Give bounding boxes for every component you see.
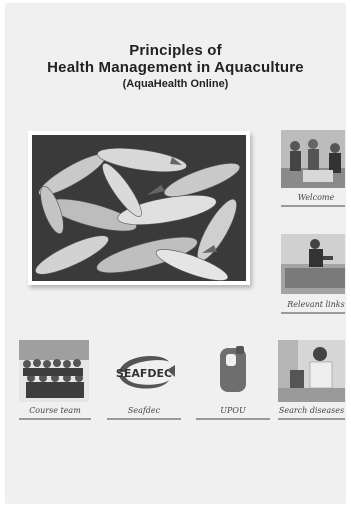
course-team-label: Course team [29,406,81,415]
search-diseases-link[interactable]: Search diseases [278,340,345,420]
page: Principles of Health Management in Aquac… [6,4,345,503]
course-team-link[interactable]: Course team [19,340,91,420]
welcome-link[interactable]: Welcome [281,130,345,208]
hero-fish-photo [28,131,250,285]
seafdec-logo-text: SEAFDEC [116,367,172,380]
relevant-links-label: Relevant links [287,300,345,309]
welcome-label: Welcome [297,193,335,202]
relevant-links-underline [281,312,345,314]
welcome-photo [281,130,345,188]
relevant-links-photo [281,234,345,294]
seafdec-underline [107,418,181,420]
title-line-1: Principles of [129,42,222,59]
fish-pile-image [32,135,246,281]
seafdec-label: Seafdec [127,406,161,415]
title-subtitle: (AquaHealth Online) [122,78,229,90]
course-team-underline [19,418,91,420]
page-title: Principles of Health Management in Aquac… [6,42,345,91]
welcome-underline [281,205,345,207]
upou-underline [196,418,270,420]
search-diseases-underline [278,418,345,420]
upou-label: UPOU [220,406,246,415]
search-diseases-photo [278,340,345,402]
relevant-links-link[interactable]: Relevant links [281,234,345,314]
upou-link[interactable]: UPOU [196,340,270,420]
seafdec-logo-icon: SEAFDEC [107,340,181,402]
title-line-2: Health Management in Aquaculture [47,59,304,76]
course-team-photo [19,340,89,402]
search-diseases-label: Search diseases [278,406,345,415]
upou-logo-icon [196,340,270,402]
seafdec-link[interactable]: SEAFDEC Seafdec [107,340,181,420]
